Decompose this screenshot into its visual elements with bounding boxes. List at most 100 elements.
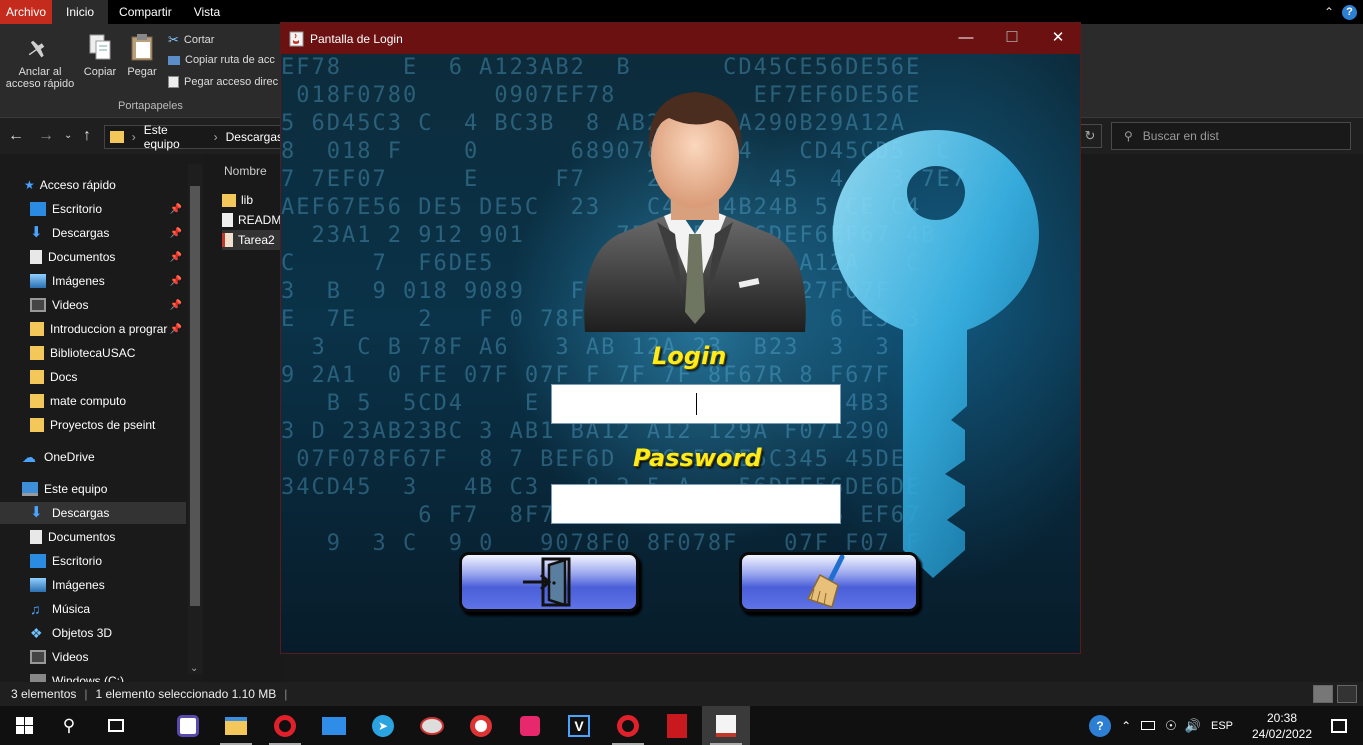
copy-path-label: Copiar ruta de acc xyxy=(185,54,275,66)
language-indicator[interactable]: ESP xyxy=(1211,720,1233,732)
file-list: Nombre lib READM Tarea2 xyxy=(204,154,284,682)
nav-label: Documentos xyxy=(48,530,116,544)
column-header-nombre[interactable]: Nombre xyxy=(224,164,267,178)
breadcrumb-este-equipo[interactable]: Este equipo xyxy=(144,123,206,151)
nav-pc-imagenes[interactable]: Imágenes xyxy=(0,574,186,596)
user-avatar-icon xyxy=(584,92,806,332)
nav-quick-mate-computo[interactable]: mate computo xyxy=(0,390,186,412)
nav-pc-windows-c[interactable]: Windows (C:) xyxy=(0,670,186,682)
enter-button[interactable] xyxy=(459,552,639,612)
taskbar-acrobat[interactable] xyxy=(653,706,701,745)
nav-pc-videos[interactable]: Videos xyxy=(0,646,186,668)
address-box[interactable]: › Este equipo › Descargas xyxy=(104,123,284,151)
tab-inicio[interactable]: Inicio xyxy=(52,0,109,24)
pin-quick-access-button[interactable]: Anclar al acceso rápido xyxy=(4,36,76,90)
taskbar-app-robot[interactable] xyxy=(506,706,554,745)
nav-pc-musica[interactable]: ♫ Música xyxy=(0,598,186,620)
network-app-icon xyxy=(177,714,199,737)
clear-button[interactable] xyxy=(739,552,919,612)
close-button[interactable]: ✕ xyxy=(1035,23,1081,54)
refresh-icon: ↻ xyxy=(1084,128,1096,143)
nav-pc-objetos-3d[interactable]: ❖ Objetos 3D xyxy=(0,622,186,644)
up-arrow-icon[interactable]: ↑ xyxy=(83,127,91,145)
taskbar-java-app[interactable] xyxy=(702,706,750,745)
shortcut-icon xyxy=(168,76,179,88)
nav-pc-escritorio[interactable]: Escritorio xyxy=(0,550,186,572)
recent-chevron-icon[interactable]: ⌄ xyxy=(64,130,72,141)
taskbar-file-explorer[interactable] xyxy=(212,706,260,745)
robot-icon xyxy=(520,715,540,736)
file-row-readme[interactable]: READM xyxy=(222,210,284,230)
taskbar-app-network[interactable] xyxy=(164,706,212,745)
copy-button[interactable]: Copiar xyxy=(82,32,118,78)
paste-button[interactable]: Pegar xyxy=(124,32,160,78)
login-window-titlebar[interactable]: Pantalla de Login — ☐ ✕ xyxy=(281,23,1080,54)
nav-quick-docs[interactable]: Docs xyxy=(0,366,186,388)
volume-icon[interactable]: 🔊 xyxy=(1185,718,1201,734)
cut-button[interactable]: ✂ Cortar xyxy=(168,32,214,48)
nav-quick-descargas[interactable]: ⬇ Descargas 📌 xyxy=(0,222,186,244)
status-selection: 1 elemento seleccionado 1.10 MB xyxy=(95,687,277,701)
breadcrumb-descargas[interactable]: Descargas xyxy=(226,130,283,144)
file-row-tarea2[interactable]: Tarea2 xyxy=(222,230,284,250)
tab-archivo[interactable]: Archivo xyxy=(0,0,53,24)
taskbar-opera-2[interactable] xyxy=(604,706,652,745)
back-arrow-icon[interactable]: ← xyxy=(8,127,24,145)
nav-scrollbar[interactable]: ⌄ xyxy=(188,164,202,674)
login-field[interactable] xyxy=(551,384,841,424)
taskbar-app-visualg[interactable]: V xyxy=(555,706,603,745)
details-view-button[interactable] xyxy=(1313,685,1333,703)
nav-este-equipo[interactable]: Este equipo xyxy=(0,478,186,500)
cube-icon: ❖ xyxy=(30,625,43,641)
nav-onedrive[interactable]: ☁ OneDrive xyxy=(0,446,186,468)
pin-icon: 📌 xyxy=(169,251,182,263)
file-name: lib xyxy=(241,193,254,207)
nav-quick-imagenes[interactable]: Imágenes 📌 xyxy=(0,270,186,292)
tiles-view-button[interactable] xyxy=(1337,685,1357,703)
wifi-icon[interactable]: ☉ xyxy=(1165,718,1177,734)
search-input[interactable]: ⚲ Buscar en dist xyxy=(1111,122,1351,150)
file-row-lib[interactable]: lib xyxy=(222,190,284,210)
tab-vista[interactable]: Vista xyxy=(183,0,231,24)
help-tray-icon[interactable]: ? xyxy=(1089,714,1112,737)
taskbar-telegram[interactable]: ➤ xyxy=(359,706,407,745)
nav-quick-bibliotecausac[interactable]: BibliotecaUSAC xyxy=(0,342,186,364)
minimize-button[interactable]: — xyxy=(943,23,989,54)
nav-pc-descargas[interactable]: ⬇ Descargas xyxy=(0,502,186,524)
taskbar-mail[interactable] xyxy=(310,706,358,745)
clock[interactable]: 20:38 24/02/2022 xyxy=(1247,710,1317,742)
notification-icon[interactable] xyxy=(1331,718,1347,733)
search-button[interactable]: ⚲ xyxy=(45,706,93,745)
opera-icon xyxy=(617,714,639,737)
tab-compartir[interactable]: Compartir xyxy=(108,0,183,24)
nav-label: Descargas xyxy=(52,226,110,240)
nav-quick-videos[interactable]: Videos 📌 xyxy=(0,294,186,316)
maximize-button[interactable]: ☐ xyxy=(989,23,1035,54)
nav-label: Música xyxy=(52,602,91,616)
refresh-button[interactable]: ↻ xyxy=(1078,124,1102,148)
taskbar-app-paint[interactable] xyxy=(408,706,456,745)
chevron-down-icon[interactable]: ⌄ xyxy=(190,663,198,674)
nav-scroll-thumb[interactable] xyxy=(190,186,200,606)
taskbar-app-record[interactable] xyxy=(457,706,505,745)
taskbar-opera[interactable] xyxy=(261,706,309,745)
mail-icon xyxy=(322,716,346,735)
forward-arrow-icon[interactable]: → xyxy=(38,127,54,145)
start-button[interactable] xyxy=(0,706,48,745)
nav-pc-documentos[interactable]: Documentos xyxy=(0,526,186,548)
password-field[interactable] xyxy=(551,484,841,524)
chevron-up-icon[interactable]: ⌃ xyxy=(1324,5,1334,19)
nav-quick-documentos[interactable]: Documentos 📌 xyxy=(0,246,186,268)
chevron-up-icon[interactable]: ⌃ xyxy=(1121,719,1131,733)
nav-acceso-rapido[interactable]: ★ Acceso rápido xyxy=(0,174,186,196)
nav-quick-introduccion[interactable]: Introduccion a prograr 📌 xyxy=(0,318,186,340)
copy-path-button[interactable]: Copiar ruta de acc xyxy=(168,54,275,66)
battery-icon[interactable] xyxy=(1141,721,1156,730)
clock-time: 20:38 xyxy=(1266,710,1298,725)
paste-shortcut-button[interactable]: Pegar acceso direc xyxy=(168,76,278,88)
nav-quick-escritorio[interactable]: Escritorio 📌 xyxy=(0,198,186,220)
folder-icon xyxy=(30,346,44,360)
help-icon[interactable]: ? xyxy=(1342,4,1357,20)
nav-quick-proyectos[interactable]: Proyectos de pseint xyxy=(0,414,186,436)
task-view-button[interactable] xyxy=(92,706,140,745)
